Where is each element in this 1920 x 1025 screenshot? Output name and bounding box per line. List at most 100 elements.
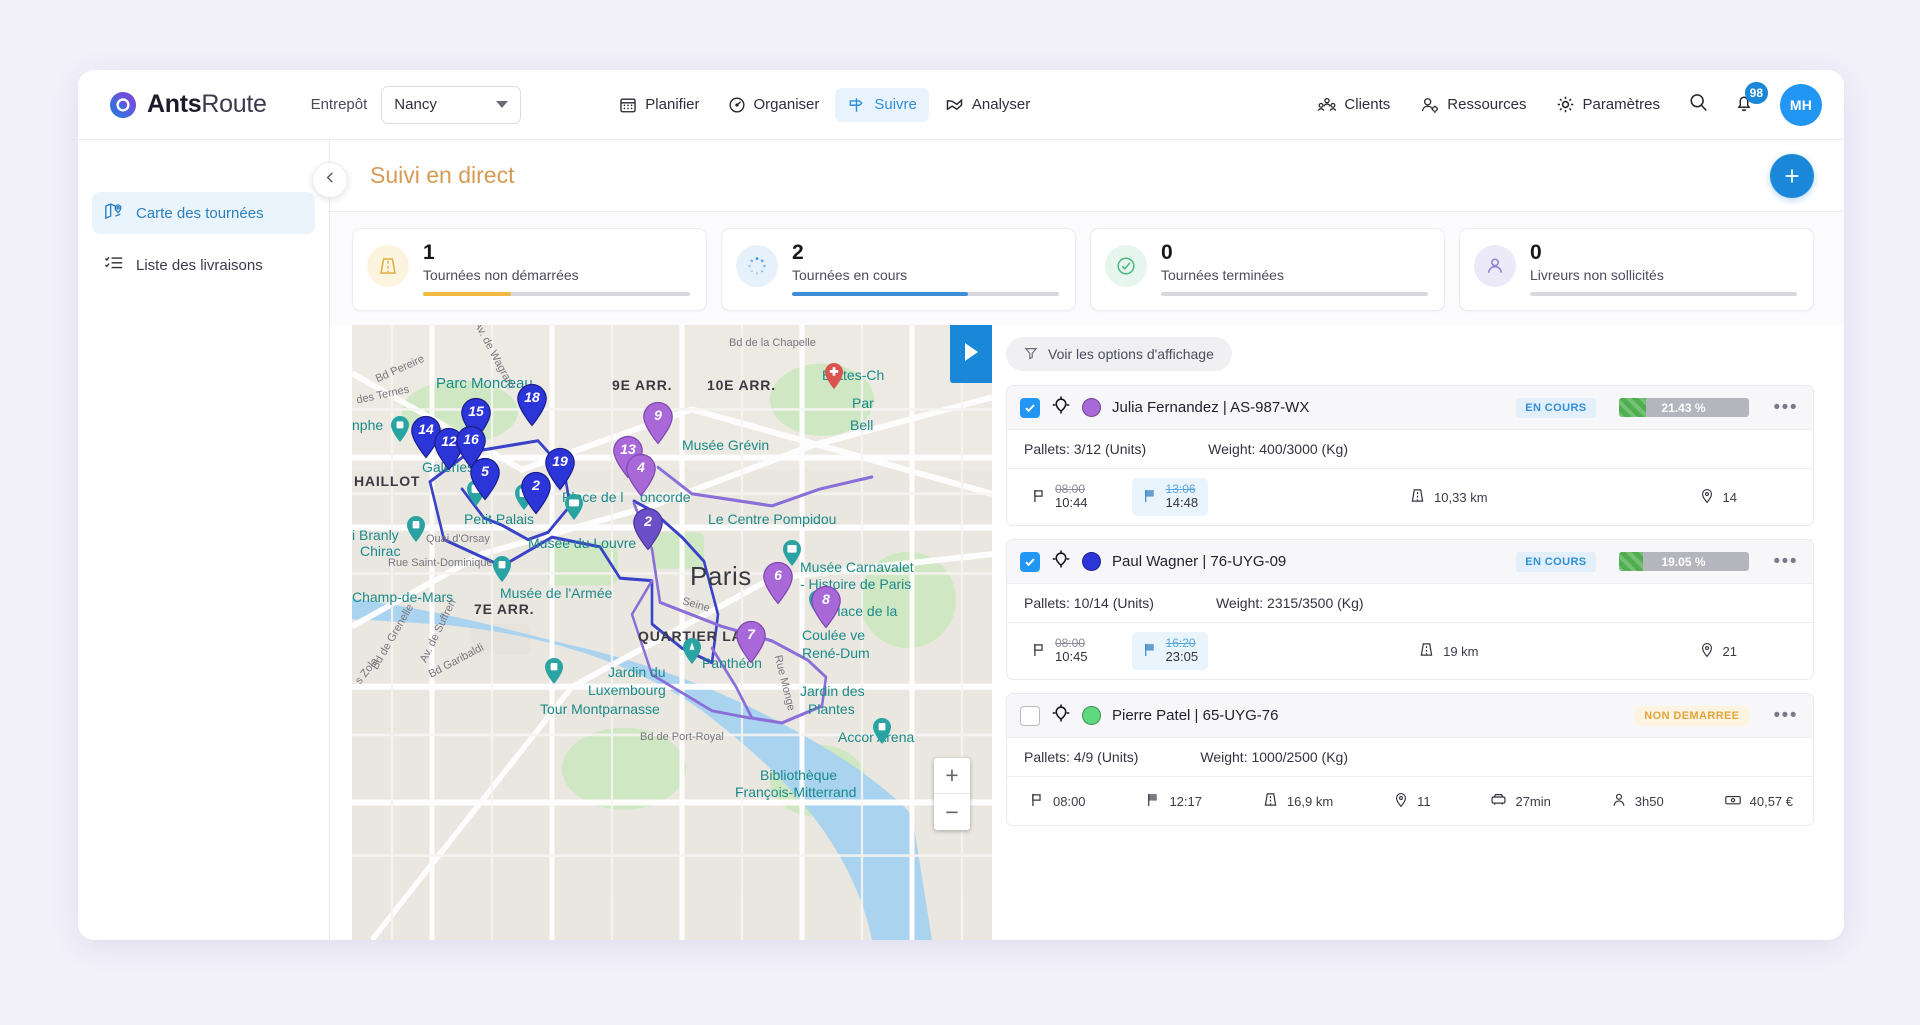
nav-item-clients[interactable]: Clients — [1305, 88, 1402, 122]
tour-pallets: Pallets: 4/9 (Units) — [1024, 749, 1138, 765]
metric-distance-value: 19 km — [1443, 644, 1478, 659]
brand-logo[interactable]: AntsRoute — [108, 90, 267, 120]
nav-item-organiser[interactable]: Organiser — [716, 88, 832, 122]
warehouse-label: Entrepôt — [311, 96, 368, 113]
person-icon — [1611, 792, 1627, 811]
tour-menu-button[interactable]: ••• — [1774, 706, 1798, 725]
metric-stops: 11 — [1383, 787, 1441, 816]
metric-stops: 14 — [1689, 483, 1747, 512]
route-pin[interactable]: 7 — [734, 620, 768, 664]
metric-distance-value: 16,9 km — [1287, 794, 1333, 809]
flag-finish-icon — [1142, 488, 1158, 507]
metric-distance-value: 10,33 km — [1434, 490, 1487, 505]
gauge-icon — [728, 96, 746, 114]
people-icon — [1317, 96, 1337, 114]
tour-capacity-row: Pallets: 3/12 (Units) Weight: 400/3000 (… — [1007, 430, 1813, 469]
nav-item-ressources[interactable]: Ressources — [1408, 88, 1538, 122]
target-icon[interactable] — [1051, 549, 1071, 574]
stat-value-livreurs: 0 — [1530, 242, 1797, 264]
metric-distance: 10,33 km — [1399, 482, 1497, 512]
route-pin[interactable]: 2 — [631, 507, 665, 551]
tour-status-badge: EN COURS — [1516, 398, 1595, 418]
flag-start-icon — [1029, 792, 1045, 811]
metric-start-new: 10:45 — [1055, 650, 1088, 665]
poi-camera-icon — [563, 493, 585, 521]
sidebar-label-liste: Liste des livraisons — [136, 257, 263, 274]
tour-checkbox[interactable] — [1020, 552, 1040, 572]
top-navigation-bar: AntsRoute Entrepôt Nancy Planifier — [78, 70, 1844, 140]
route-pin[interactable]: 4 — [624, 453, 658, 497]
metric-cost-value: 40,57 € — [1750, 794, 1793, 809]
metric-distance: 19 km — [1408, 636, 1488, 666]
tour-menu-button[interactable]: ••• — [1774, 552, 1798, 571]
nav-item-parametres[interactable]: Paramètres — [1544, 87, 1672, 122]
tour-metrics-row: 08:0010:45 16:2023:05 19 km — [1007, 623, 1813, 679]
nav-item-planifier[interactable]: Planifier — [607, 88, 711, 122]
poi-monument-icon — [681, 637, 703, 665]
notifications-button[interactable]: 98 — [1724, 85, 1764, 125]
stat-card-terminees[interactable]: 0 Tournées terminées — [1090, 228, 1445, 311]
route-pin[interactable]: 6 — [761, 561, 795, 605]
stat-progress-livreurs — [1530, 292, 1797, 296]
route-pin[interactable]: 5 — [468, 457, 502, 501]
money-icon — [1724, 792, 1742, 811]
tour-capacity-row: Pallets: 4/9 (Units) Weight: 1000/2500 (… — [1007, 738, 1813, 777]
tour-name: Julia Fernandez | AS-987-WX — [1112, 399, 1309, 416]
zoom-in-button[interactable]: + — [934, 758, 970, 794]
metric-work-value: 3h50 — [1635, 794, 1664, 809]
avatar[interactable]: MH — [1780, 84, 1822, 126]
tour-checkbox[interactable] — [1020, 398, 1040, 418]
target-icon[interactable] — [1051, 703, 1071, 728]
tour-list-pane: Voir les options d'affichage — [992, 325, 1844, 940]
chevron-down-icon — [496, 101, 508, 108]
metric-work-time: 3h50 — [1601, 787, 1674, 816]
tour-checkbox[interactable] — [1020, 706, 1040, 726]
route-pin[interactable]: 9 — [641, 401, 675, 445]
metric-cost: 40,57 € — [1714, 787, 1803, 816]
stat-card-en-cours[interactable]: 2 Tournées en cours — [721, 228, 1076, 311]
sidebar-item-liste-des-livraisons[interactable]: Liste des livraisons — [92, 244, 315, 286]
sidebar-item-carte-des-tournees[interactable]: Carte des tournées — [92, 192, 315, 234]
poi-icon — [389, 415, 411, 443]
metric-start-old: 08:00 — [1055, 637, 1088, 650]
route-pin-number: 5 — [468, 463, 502, 479]
stat-value-non-demarrees: 1 — [423, 242, 690, 264]
stat-card-livreurs-non-sollicites[interactable]: 0 Livreurs non sollicités — [1459, 228, 1814, 311]
metric-stops-value: 11 — [1417, 794, 1431, 809]
metric-end-time: 12:17 — [1135, 787, 1212, 816]
user-gear-icon — [1420, 96, 1440, 114]
nav-label-analyser: Analyser — [972, 96, 1030, 113]
metric-end-new: 23:05 — [1166, 650, 1199, 665]
route-pin[interactable]: 2 — [519, 471, 553, 515]
route-pin[interactable]: 8 — [809, 585, 843, 629]
tour-weight: Weight: 2315/3500 (Kg) — [1216, 595, 1364, 611]
poi-icon — [405, 515, 427, 543]
tour-menu-button[interactable]: ••• — [1774, 398, 1798, 417]
map-play-button[interactable] — [950, 325, 992, 383]
search-button[interactable] — [1678, 85, 1718, 125]
distance-icon — [1409, 487, 1426, 507]
stat-value-en-cours: 2 — [792, 242, 1059, 264]
map-view[interactable]: Bd de la Chapelle Bd Pereire Av. de Wagr… — [352, 325, 992, 940]
tour-status-badge: EN COURS — [1516, 552, 1595, 572]
route-pin-number: 4 — [624, 459, 658, 475]
collapse-sidebar-button[interactable] — [312, 162, 348, 198]
tour-pallets: Pallets: 3/12 (Units) — [1024, 441, 1146, 457]
pin-icon — [1393, 792, 1409, 811]
tour-metrics-row: 08:00 12:17 16,9 km — [1007, 777, 1813, 825]
display-options-button[interactable]: Voir les options d'affichage — [1006, 337, 1232, 371]
route-pin[interactable]: 18 — [515, 383, 549, 427]
stat-progress-terminees — [1161, 292, 1428, 296]
zoom-out-button[interactable]: − — [934, 794, 970, 830]
brand-name: AntsRoute — [147, 90, 267, 119]
target-icon[interactable] — [1051, 395, 1071, 420]
stat-card-non-demarrees[interactable]: 1 Tournées non démarrées — [352, 228, 707, 311]
main-nav: Planifier Organiser Suivre — [607, 88, 1042, 122]
flag-finish-icon — [1142, 642, 1158, 661]
add-button[interactable] — [1770, 154, 1814, 198]
route-pin-number: 15 — [459, 403, 493, 419]
warehouse-dropdown[interactable]: Nancy — [381, 86, 521, 124]
nav-item-analyser[interactable]: Analyser — [933, 88, 1042, 122]
distance-icon — [1262, 791, 1279, 811]
nav-item-suivre[interactable]: Suivre — [835, 88, 929, 122]
